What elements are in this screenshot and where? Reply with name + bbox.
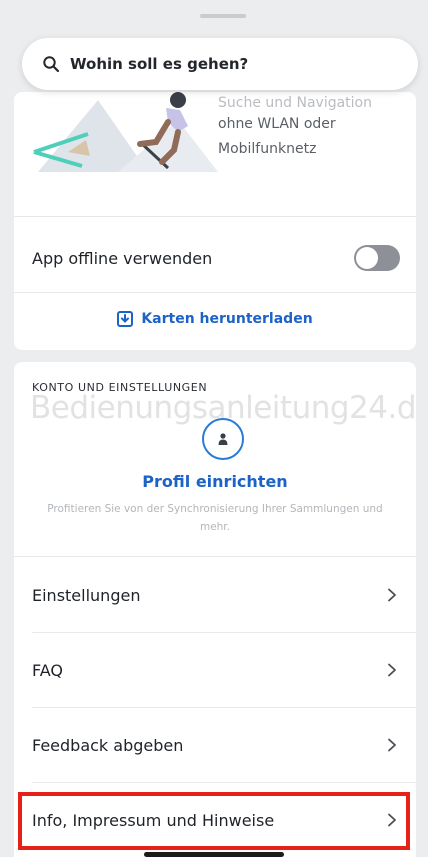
offline-toggle[interactable] — [354, 245, 400, 271]
account-card: KONTO UND EINSTELLUNGEN Bedienungsanleit… — [14, 362, 416, 857]
search-icon — [42, 55, 60, 73]
menu-item-label: Info, Impressum und Hinweise — [32, 810, 275, 830]
offline-toggle-row[interactable]: App offline verwenden — [14, 232, 416, 284]
offline-toggle-label: App offline verwenden — [32, 248, 213, 268]
menu-item-imprint[interactable]: Info, Impressum und Hinweise — [14, 782, 416, 857]
menu-item-settings[interactable]: Einstellungen — [14, 557, 416, 633]
divider — [14, 292, 416, 293]
profile-setup-link[interactable]: Profil einrichten — [14, 472, 416, 491]
offline-promo: Suche und Navigation ohne WLAN oder Mobi… — [14, 92, 416, 214]
chevron-right-icon — [386, 738, 398, 752]
download-map-icon — [117, 311, 134, 327]
menu-item-label: Einstellungen — [32, 585, 141, 605]
divider — [14, 216, 416, 217]
promo-line-faded: Suche und Navigation — [218, 96, 372, 111]
chevron-right-icon — [386, 588, 398, 602]
chevron-right-icon — [386, 813, 398, 827]
search-bar[interactable]: Wohin soll es gehen? — [22, 38, 418, 90]
toggle-knob — [356, 247, 378, 269]
promo-line-2: Mobilfunknetz — [218, 141, 317, 157]
sheet-drag-handle[interactable] — [200, 14, 246, 18]
profile-description: Profitieren Sie von der Synchronisierung… — [47, 503, 383, 533]
profile-avatar[interactable] — [202, 418, 244, 460]
promo-line-1: ohne WLAN oder — [218, 116, 336, 132]
offline-card: Suche und Navigation ohne WLAN oder Mobi… — [14, 92, 416, 350]
home-indicator — [144, 852, 284, 857]
chevron-right-icon — [386, 663, 398, 677]
download-maps-button[interactable]: Karten herunterladen — [14, 304, 416, 334]
hiker-illustration — [33, 92, 218, 172]
offline-promo-text: Suche und Navigation ohne WLAN oder Mobi… — [218, 96, 398, 162]
menu-item-label: FAQ — [32, 660, 63, 680]
download-maps-label: Karten herunterladen — [141, 311, 313, 327]
menu-item-label: Feedback abgeben — [32, 735, 184, 755]
menu-item-feedback[interactable]: Feedback abgeben — [14, 707, 416, 783]
search-placeholder: Wohin soll es gehen? — [70, 55, 249, 73]
menu-item-faq[interactable]: FAQ — [14, 632, 416, 708]
person-icon — [218, 433, 228, 445]
